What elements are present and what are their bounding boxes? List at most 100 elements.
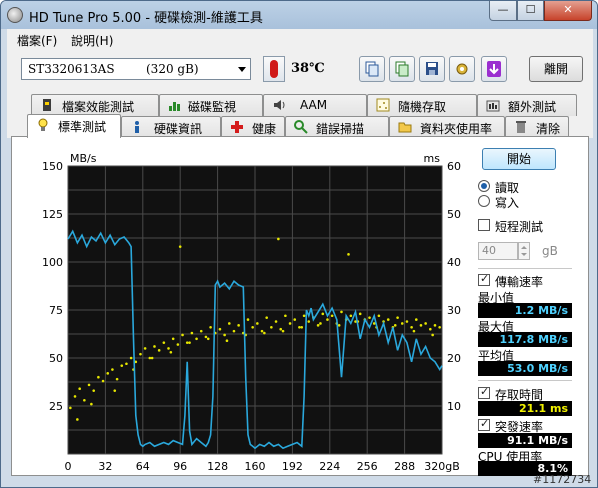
access-time-point [157, 349, 161, 352]
file-benchmark-icon [43, 99, 51, 111]
maximize-button[interactable]: ☐ [517, 1, 544, 21]
access-time-point [69, 406, 72, 410]
access-time-point [204, 335, 208, 339]
menu-file[interactable]: 檔案(F) [17, 32, 57, 49]
tab-error-scan[interactable]: 錯誤掃描 [285, 116, 389, 138]
drive-select[interactable]: ST3320613AS (320 gB) [21, 58, 251, 80]
access-time-point [167, 347, 170, 350]
options-button[interactable] [449, 56, 475, 82]
access-time-point [76, 418, 79, 421]
access-time-point [90, 402, 93, 406]
access-time-point [162, 341, 166, 344]
chevron-down-icon [238, 67, 246, 72]
read-radio[interactable] [478, 180, 490, 192]
y-left-tick-label: 150 [42, 160, 63, 173]
temperature-value: 38℃ [291, 61, 325, 76]
x-tick-label: 64 [136, 460, 150, 473]
x-tick-label: 192 [282, 460, 303, 473]
access-time-point [293, 318, 297, 321]
access-time-point [171, 337, 175, 341]
copy-screen-button[interactable] [389, 56, 415, 82]
start-button[interactable]: 開始 [482, 148, 556, 170]
access-time-point [83, 398, 86, 402]
access-time-point [279, 327, 283, 331]
access-time-point [115, 377, 119, 381]
tab-strip: 檔案效能測試 磁碟監視 AAM 隨機存取 額外測試 標準測試 硬碟資訊 健康 錯… [7, 90, 593, 138]
access-time-point [277, 237, 280, 241]
access-time-point [410, 325, 413, 329]
access-time-point [274, 320, 278, 323]
access-time-point [237, 324, 240, 327]
access-time-point [300, 325, 304, 329]
access-time-point [218, 327, 222, 331]
y-left-axis-label: MB/s [70, 152, 97, 165]
close-button[interactable]: ✕ [544, 1, 592, 21]
y-left-tick-label: 25 [49, 400, 63, 413]
access-time-point [405, 320, 409, 323]
copy-info-button[interactable] [359, 56, 385, 82]
title-bar[interactable]: HD Tune Pro 5.00 - 硬碟檢測-維護工具 — ☐ ✕ [1, 1, 597, 29]
tab-file-benchmark[interactable]: 檔案效能測試 [31, 94, 159, 116]
tab-info[interactable]: 硬碟資訊 [121, 116, 221, 138]
erase-icon [516, 121, 526, 133]
access-time-point [223, 333, 226, 337]
access-time-point [181, 333, 184, 337]
tab-aam[interactable]: AAM [263, 94, 367, 116]
download-icon [487, 61, 501, 77]
y-left-tick-label: 125 [42, 208, 63, 221]
access-time-point [209, 325, 212, 329]
access-time-point [246, 318, 250, 321]
access-time-point [298, 325, 301, 329]
tab-erase[interactable]: 清除 [505, 116, 569, 138]
y-right-tick-label: 40 [447, 256, 461, 269]
access-time-point [433, 324, 437, 327]
y-right-tick-label: 60 [447, 160, 461, 173]
y-left-tick-label: 75 [49, 304, 63, 317]
menu-help[interactable]: 說明(H) [71, 32, 113, 49]
download-button[interactable] [481, 56, 507, 82]
x-tick-label: 0 [65, 460, 72, 473]
access-time-point [106, 372, 110, 375]
access-time-point [143, 347, 147, 350]
access-time-point [190, 331, 194, 335]
tab-extra-tests[interactable]: 額外測試 [477, 94, 577, 116]
x-tick-label: 128 [207, 460, 228, 473]
save-button[interactable] [419, 56, 445, 82]
benchmark-panel: 150 125 100 75 50 25 60 50 40 30 20 10 0 32 64 96 128 160… [11, 136, 589, 476]
copy-info-icon [365, 61, 379, 77]
access-time-point [125, 362, 128, 366]
short-test-label: 短程測試 [495, 220, 544, 234]
access-time-point [101, 379, 105, 383]
y-left-tick-label: 100 [42, 256, 63, 269]
access-time-point [265, 316, 268, 319]
access-time-point [321, 312, 325, 316]
transfer-rate-label: 傳輸速率 [495, 275, 544, 289]
x-tick-label: 160 [245, 460, 266, 473]
window-title: HD Tune Pro 5.00 - 硬碟檢測-維護工具 [29, 11, 263, 26]
write-radio[interactable] [478, 195, 490, 207]
tab-disk-monitor[interactable]: 磁碟監視 [159, 94, 263, 116]
x-tick-label: 32 [98, 460, 112, 473]
burst-rate-checkbox[interactable] [478, 417, 490, 431]
short-test-checkbox[interactable] [478, 219, 490, 231]
tab-folder-usage[interactable]: 資料夾使用率 [389, 116, 505, 138]
access-time-point [92, 389, 96, 392]
access-time-point [227, 322, 231, 325]
max-value: 117.8 MB/s [478, 332, 572, 347]
y-left-tick-label: 50 [49, 352, 63, 365]
access-time-point [396, 316, 399, 319]
transfer-chart: 150 125 100 75 50 25 60 50 40 30 20 10 0 32 64 96 128 160… [30, 150, 470, 475]
tab-health[interactable]: 健康 [221, 116, 285, 138]
short-test-size-input[interactable]: 40 [478, 242, 518, 260]
transfer-rate-checkbox[interactable] [478, 272, 490, 286]
tab-benchmark[interactable]: 標準測試 [27, 114, 121, 138]
y-right-axis-label: ms [424, 152, 441, 165]
access-time-point [424, 322, 427, 325]
access-time-point [302, 314, 306, 318]
access-time-checkbox[interactable] [478, 385, 490, 399]
exit-button[interactable]: 離開 [529, 56, 583, 82]
tab-random-access[interactable]: 隨機存取 [367, 94, 477, 116]
short-test-size-stepper[interactable] [518, 242, 530, 260]
minimize-button[interactable]: — [489, 1, 517, 21]
access-time-point [256, 322, 259, 325]
